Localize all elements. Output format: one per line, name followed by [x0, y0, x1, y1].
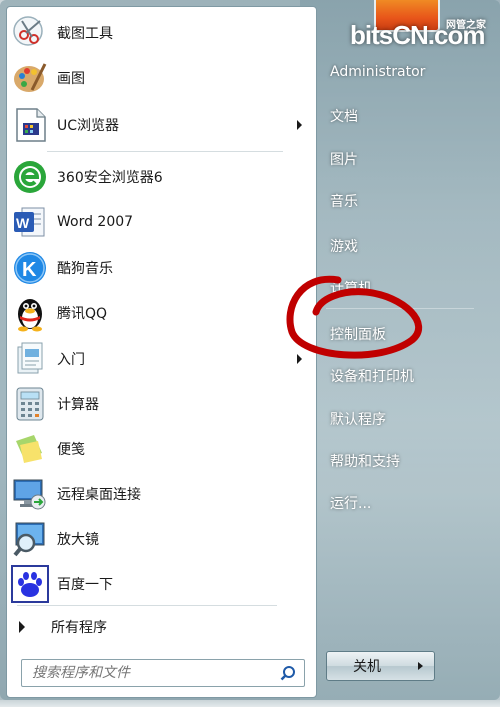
- right-item-computer[interactable]: 计算机: [330, 278, 372, 298]
- shutdown-button[interactable]: 关机: [326, 651, 408, 681]
- right-item-default-programs[interactable]: 默认程序: [330, 409, 386, 429]
- getting-started-icon: [11, 340, 49, 378]
- search-box[interactable]: [21, 659, 305, 687]
- watermark-sub: 网管之家: [446, 20, 486, 31]
- program-item[interactable]: 百度一下: [7, 562, 316, 606]
- sticky-notes-icon: [11, 430, 49, 468]
- expand-arrow-icon: [19, 621, 25, 633]
- qq-penguin-icon: [11, 294, 49, 332]
- program-item[interactable]: 远程桌面连接: [7, 472, 316, 516]
- svg-text:K: K: [22, 259, 37, 281]
- divider: [47, 151, 283, 152]
- chevron-right-icon: [418, 662, 423, 670]
- program-item[interactable]: 便笺: [7, 427, 316, 471]
- program-item[interactable]: 入门: [7, 337, 316, 381]
- word-icon: W: [11, 203, 49, 241]
- shutdown-options-button[interactable]: [407, 651, 435, 681]
- submenu-arrow-icon[interactable]: [297, 120, 302, 130]
- program-label: 计算器: [57, 397, 99, 413]
- right-item-documents[interactable]: 文档: [330, 106, 358, 126]
- submenu-arrow-icon[interactable]: [297, 354, 302, 364]
- scissors-icon: [11, 14, 49, 52]
- right-item-devices-printers[interactable]: 设备和打印机: [330, 366, 414, 386]
- program-item[interactable]: 360安全浏览器6: [7, 155, 316, 199]
- divider: [17, 605, 277, 606]
- search-input[interactable]: [30, 660, 276, 686]
- program-item[interactable]: UC浏览器: [7, 103, 316, 147]
- program-label: 360安全浏览器6: [57, 170, 163, 186]
- programs-pane: 截图工具 画图 UC浏览器 360安全浏览器6 W Word 2007 K 酷狗…: [6, 6, 317, 698]
- right-item-user-name[interactable]: Administrator: [330, 64, 425, 80]
- program-item[interactable]: 截图工具: [7, 11, 316, 55]
- program-label: 百度一下: [57, 577, 113, 593]
- all-programs-label: 所有程序: [51, 620, 107, 636]
- start-menu: 截图工具 画图 UC浏览器 360安全浏览器6 W Word 2007 K 酷狗…: [0, 0, 500, 700]
- program-item[interactable]: K 酷狗音乐: [7, 246, 316, 290]
- program-label: 画图: [57, 71, 85, 87]
- kugou-icon: K: [11, 249, 49, 287]
- magnifier-icon: [11, 520, 49, 558]
- svg-text:W: W: [16, 215, 30, 231]
- right-item-music[interactable]: 音乐: [330, 191, 358, 211]
- program-item[interactable]: 计算器: [7, 382, 316, 426]
- program-item[interactable]: 放大镜: [7, 517, 316, 561]
- program-label: 便笺: [57, 442, 85, 458]
- program-label: 酷狗音乐: [57, 261, 113, 277]
- taskbar-edge: [0, 700, 500, 707]
- calculator-icon: [11, 385, 49, 423]
- right-item-control-panel[interactable]: 控制面板: [330, 324, 386, 344]
- program-label: 入门: [57, 352, 85, 368]
- program-item[interactable]: W Word 2007: [7, 200, 316, 244]
- program-label: UC浏览器: [57, 118, 120, 134]
- program-label: 截图工具: [57, 26, 113, 42]
- program-label: Word 2007: [57, 214, 134, 230]
- uc-browser-icon: [11, 106, 49, 144]
- search-icon[interactable]: [276, 661, 300, 685]
- baidu-paw-icon: [11, 565, 49, 603]
- all-programs-button[interactable]: 所有程序: [7, 611, 316, 643]
- program-item[interactable]: 画图: [7, 56, 316, 100]
- program-label: 远程桌面连接: [57, 487, 141, 503]
- paint-palette-icon: [11, 59, 49, 97]
- watermark: bitsCN.com 网管之家: [350, 10, 490, 54]
- remote-desktop-icon: [11, 475, 49, 513]
- program-item[interactable]: 腾讯QQ: [7, 291, 316, 335]
- program-label: 腾讯QQ: [57, 306, 108, 322]
- program-label: 放大镜: [57, 532, 99, 548]
- 360-browser-icon: [11, 158, 49, 196]
- right-item-run[interactable]: 运行...: [330, 493, 371, 513]
- right-item-games[interactable]: 游戏: [330, 236, 358, 256]
- right-item-help-support[interactable]: 帮助和支持: [330, 451, 400, 471]
- right-divider: [326, 308, 474, 309]
- right-item-pictures[interactable]: 图片: [330, 149, 358, 169]
